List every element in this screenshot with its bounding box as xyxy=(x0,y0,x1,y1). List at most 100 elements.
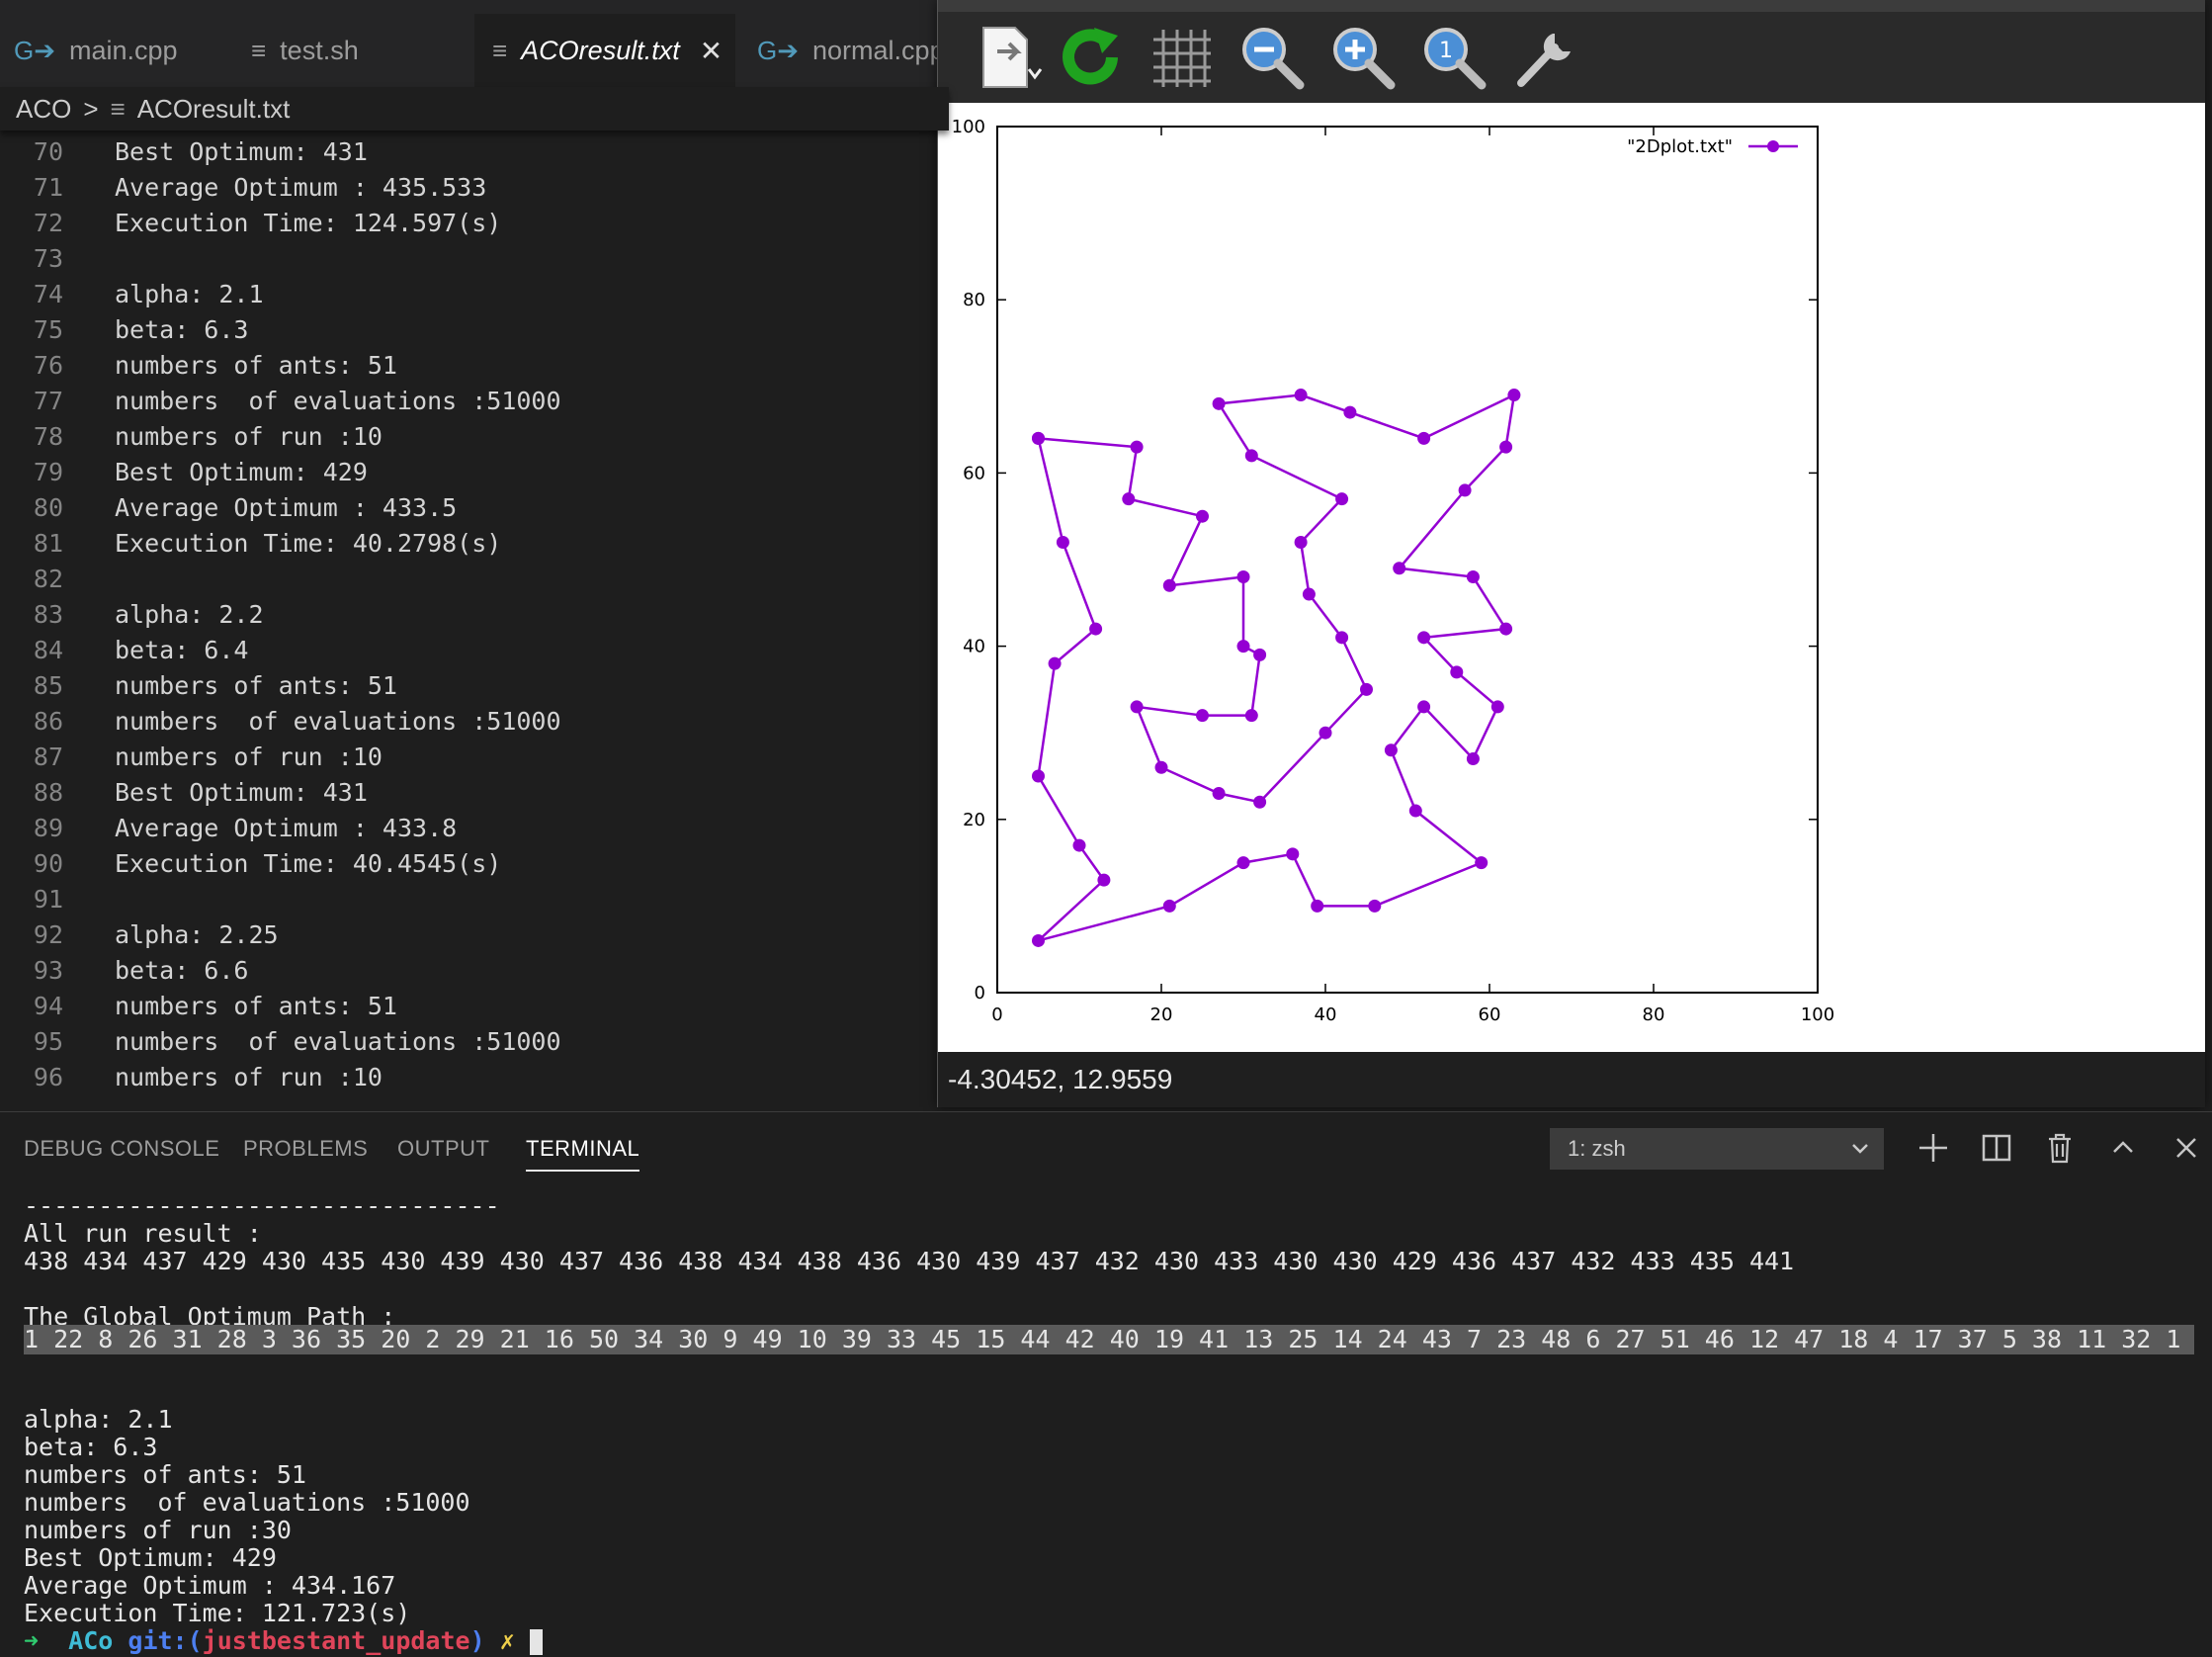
tab-test-sh[interactable]: ≡ test.sh xyxy=(237,14,459,87)
maximize-panel-icon[interactable] xyxy=(2105,1130,2141,1166)
editor-line[interactable]: 96 numbers of run :10 xyxy=(0,1060,383,1095)
window-title-bar[interactable] xyxy=(938,0,2205,12)
line-text: numbers of run :10 xyxy=(115,422,383,451)
replot-icon[interactable] xyxy=(1055,22,1126,93)
editor-line[interactable]: 85 numbers of ants: 51 xyxy=(0,668,397,704)
editor-line[interactable]: 91 xyxy=(0,882,63,917)
selected-terminal-line[interactable]: 1 22 8 26 31 28 3 36 35 20 2 29 21 16 50… xyxy=(24,1325,2194,1354)
zoom-out-icon[interactable] xyxy=(1236,22,1308,93)
panel-tab-bar: DEBUG CONSOLE PROBLEMS OUTPUT TERMINAL 1… xyxy=(0,1111,2212,1183)
line-number: 92 xyxy=(33,920,63,949)
x-tick-label: 20 xyxy=(1150,1004,1173,1025)
text-file-icon: ≡ xyxy=(492,35,508,65)
editor-line[interactable]: 73 xyxy=(0,241,63,277)
editor-line[interactable]: 76 numbers of ants: 51 xyxy=(0,348,397,384)
data-point xyxy=(1253,795,1267,809)
data-point xyxy=(1212,396,1226,410)
add-terminal-icon[interactable] xyxy=(1915,1130,1951,1166)
tab-problems[interactable]: PROBLEMS xyxy=(243,1136,368,1162)
editor-line[interactable]: 88 Best Optimum: 431 xyxy=(0,775,368,811)
data-point xyxy=(1360,682,1373,696)
settings-wrench-icon[interactable] xyxy=(1509,22,1580,93)
y-tick-label: 40 xyxy=(963,637,985,657)
data-point xyxy=(1499,440,1513,454)
tab-terminal[interactable]: TERMINAL xyxy=(526,1136,640,1172)
tab-output[interactable]: OUTPUT xyxy=(397,1136,489,1162)
editor-line[interactable]: 74 alpha: 2.1 xyxy=(0,277,264,312)
terminal-line: 438 434 437 429 430 435 430 439 430 437 … xyxy=(24,1247,1795,1275)
tab-normal-cpp[interactable]: G➔ normal.cpp xyxy=(743,14,951,87)
tour-plot[interactable]: 0 20 40 60 80 100 0 20 40 60 80 100 "2Dplot.txt" xyxy=(938,103,2205,1052)
line-text: alpha: 2.2 xyxy=(115,600,264,629)
line-text: beta: 6.4 xyxy=(115,636,249,664)
editor-line[interactable]: 72 Execution Time: 124.597(s) xyxy=(0,206,501,241)
editor-line[interactable]: 89 Average Optimum : 433.8 xyxy=(0,811,457,846)
editor-line[interactable]: 70 Best Optimum: 431 xyxy=(0,134,368,170)
data-point xyxy=(1244,709,1258,723)
line-number: 84 xyxy=(33,636,63,664)
line-number: 73 xyxy=(33,244,63,273)
close-icon[interactable]: ✕ xyxy=(700,35,723,67)
zoom-in-icon[interactable] xyxy=(1327,22,1399,93)
split-terminal-icon[interactable] xyxy=(1979,1130,2014,1166)
y-tick-label: 60 xyxy=(963,463,985,483)
editor-line[interactable]: 77 numbers of evaluations :51000 xyxy=(0,384,561,419)
line-number: 72 xyxy=(33,209,63,237)
prompt-branch: justbestant_update xyxy=(202,1626,470,1655)
editor-line[interactable]: 92 alpha: 2.25 xyxy=(0,917,279,953)
data-point xyxy=(1466,751,1480,765)
data-point xyxy=(1097,873,1111,887)
line-text: Execution Time: 40.2798(s) xyxy=(115,529,502,558)
tab-debug-console[interactable]: DEBUG CONSOLE xyxy=(24,1136,219,1162)
zoom-reset-icon[interactable]: 1 xyxy=(1418,22,1489,93)
cursor-coordinates: -4.30452, 12.9559 xyxy=(938,1052,2205,1107)
x-tick-label: 80 xyxy=(1643,1004,1665,1025)
breadcrumb-file[interactable]: ACOresult.txt xyxy=(137,94,291,125)
line-text: alpha: 2.25 xyxy=(115,920,279,949)
y-tick-label: 0 xyxy=(975,983,985,1003)
terminal[interactable]: -------------------------------- All run… xyxy=(0,1182,2212,1657)
terminal-line: Best Optimum: 429 xyxy=(24,1543,277,1572)
dirty-marker-icon: ✗ xyxy=(499,1626,515,1655)
terminal-select[interactable]: 1: zsh xyxy=(1550,1128,1884,1170)
editor-line[interactable]: 82 xyxy=(0,562,63,597)
data-point xyxy=(1162,578,1176,592)
data-point xyxy=(1122,492,1136,506)
close-panel-icon[interactable] xyxy=(2169,1130,2204,1166)
editor-line[interactable]: 78 numbers of run :10 xyxy=(0,419,383,455)
data-point xyxy=(1507,389,1521,402)
editor-line[interactable]: 80 Average Optimum : 433.5 xyxy=(0,490,457,526)
editor-line[interactable]: 79 Best Optimum: 429 xyxy=(0,455,368,490)
shell-prompt[interactable]: ➜ ACo git:(justbestant_update) ✗ xyxy=(24,1627,543,1655)
grid-icon[interactable] xyxy=(1146,22,1217,93)
plot-background xyxy=(938,103,2205,1052)
cpp-file-icon: G➔ xyxy=(14,35,56,65)
breadcrumb-folder[interactable]: ACO xyxy=(16,94,71,125)
editor-line[interactable]: 75 beta: 6.3 xyxy=(0,312,249,348)
trash-icon[interactable] xyxy=(2042,1130,2078,1166)
editor-line[interactable]: 84 beta: 6.4 xyxy=(0,633,249,668)
text-editor[interactable]: 70 Best Optimum: 431 71 Average Optimum : 4… xyxy=(0,131,949,1111)
line-number: 77 xyxy=(33,387,63,415)
editor-line[interactable]: 71 Average Optimum : 435.533 xyxy=(0,170,486,206)
export-icon[interactable] xyxy=(974,22,1045,93)
line-text: Average Optimum : 435.533 xyxy=(115,173,487,202)
terminal-line: alpha: 2.1 xyxy=(24,1405,173,1434)
tab-acoresult-txt[interactable]: ≡ ACOresult.txt ✕ xyxy=(474,14,735,87)
x-tick-label: 40 xyxy=(1315,1004,1337,1025)
editor-line[interactable]: 94 numbers of ants: 51 xyxy=(0,989,397,1024)
line-text: Execution Time: 40.4545(s) xyxy=(115,849,502,878)
line-text: numbers of ants: 51 xyxy=(115,992,397,1020)
editor-line[interactable]: 87 numbers of run :10 xyxy=(0,740,383,775)
line-text: numbers of evaluations :51000 xyxy=(115,707,561,736)
editor-line[interactable]: 81 Execution Time: 40.2798(s) xyxy=(0,526,501,562)
line-text: Execution Time: 124.597(s) xyxy=(115,209,502,237)
editor-line[interactable]: 93 beta: 6.6 xyxy=(0,953,249,989)
editor-line[interactable]: 90 Execution Time: 40.4545(s) xyxy=(0,846,501,882)
editor-line[interactable]: 95 numbers of evaluations :51000 xyxy=(0,1024,561,1060)
editor-line[interactable]: 83 alpha: 2.2 xyxy=(0,597,264,633)
line-number: 93 xyxy=(33,956,63,985)
line-number: 82 xyxy=(33,565,63,593)
editor-line[interactable]: 86 numbers of evaluations :51000 xyxy=(0,704,561,740)
tab-main-cpp[interactable]: G➔ main.cpp xyxy=(0,14,221,87)
